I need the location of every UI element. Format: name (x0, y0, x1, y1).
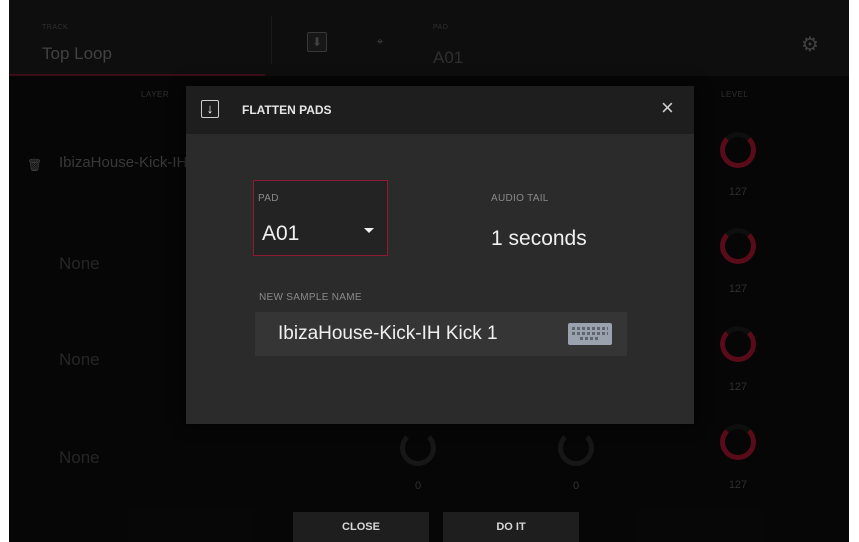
sample-name-field[interactable]: IbizaHouse-Kick-IH Kick 1 (255, 312, 627, 356)
flatten-pads-dialog: ↓ FLATTEN PADS × PAD A01 AUDIO TAIL 1 se… (186, 86, 694, 424)
pad-label: PAD (433, 24, 449, 31)
layer-3-level-value: 127 (728, 381, 748, 393)
layer-4-knob-b-value: 0 (572, 480, 580, 492)
layer-1-sample-name[interactable]: IbizaHouse-Kick-IH (59, 154, 187, 171)
sample-name-value: IbizaHouse-Kick-IH Kick 1 (278, 323, 498, 344)
screen: TRACK Top Loop ⬇ ⌖ PAD A01 ⚙ LAYER LEVEL… (9, 0, 849, 542)
track-label: TRACK (42, 24, 69, 31)
sample-name-label: NEW SAMPLE NAME (259, 292, 362, 303)
flatten-header-icon[interactable]: ⬇ (307, 32, 327, 52)
track-selector[interactable]: TRACK Top Loop (9, 0, 265, 76)
gear-icon[interactable]: ⚙ (801, 32, 819, 57)
layer-4-level-value: 127 (728, 479, 748, 491)
dialog-title-bar: ↓ FLATTEN PADS × (186, 86, 694, 134)
layer-1-level-knob[interactable] (720, 132, 756, 168)
pad-select-value: A01 (262, 222, 300, 245)
pad-select[interactable]: PAD A01 (253, 180, 388, 256)
keyboard-icon[interactable] (568, 323, 612, 345)
header-bar: TRACK Top Loop ⬇ ⌖ PAD A01 ⚙ (9, 0, 849, 76)
audio-tail-value[interactable]: 1 seconds (491, 227, 587, 251)
layer-2-level-knob[interactable] (720, 228, 756, 264)
layer-4-knob-a[interactable] (400, 430, 436, 466)
layer-4-knob-a-value: 0 (414, 480, 422, 492)
pad-locate-icon[interactable]: ⌖ (371, 32, 389, 50)
layer-3-level-knob[interactable] (720, 326, 756, 362)
audio-tail-label: AUDIO TAIL (491, 193, 549, 204)
pad-name[interactable]: A01 (433, 48, 463, 68)
close-icon[interactable]: × (661, 96, 674, 120)
layer-4-knob-b[interactable] (558, 430, 594, 466)
chevron-down-icon (364, 228, 374, 233)
layer-3-sample-name[interactable]: None (59, 350, 100, 370)
layer-4-sample-name[interactable]: None (59, 448, 100, 468)
level-column-label: LEVEL (721, 90, 749, 99)
track-name: Top Loop (42, 44, 112, 63)
layer-2-level-value: 127 (728, 283, 748, 295)
layer-column-label: LAYER (141, 90, 170, 99)
dialog-title: FLATTEN PADS (242, 103, 332, 117)
trash-icon[interactable]: 🗑 (27, 158, 42, 172)
do-it-button[interactable]: DO IT (443, 512, 579, 542)
track-selected-indicator (9, 74, 265, 76)
header-divider (271, 16, 272, 64)
layer-2-sample-name[interactable]: None (59, 254, 100, 274)
layer-1-level-value: 127 (728, 186, 748, 198)
layer-4-level-knob[interactable] (720, 424, 756, 460)
close-button[interactable]: CLOSE (293, 512, 429, 542)
pad-field-label: PAD (258, 193, 279, 204)
download-arrow-icon: ↓ (201, 100, 219, 118)
